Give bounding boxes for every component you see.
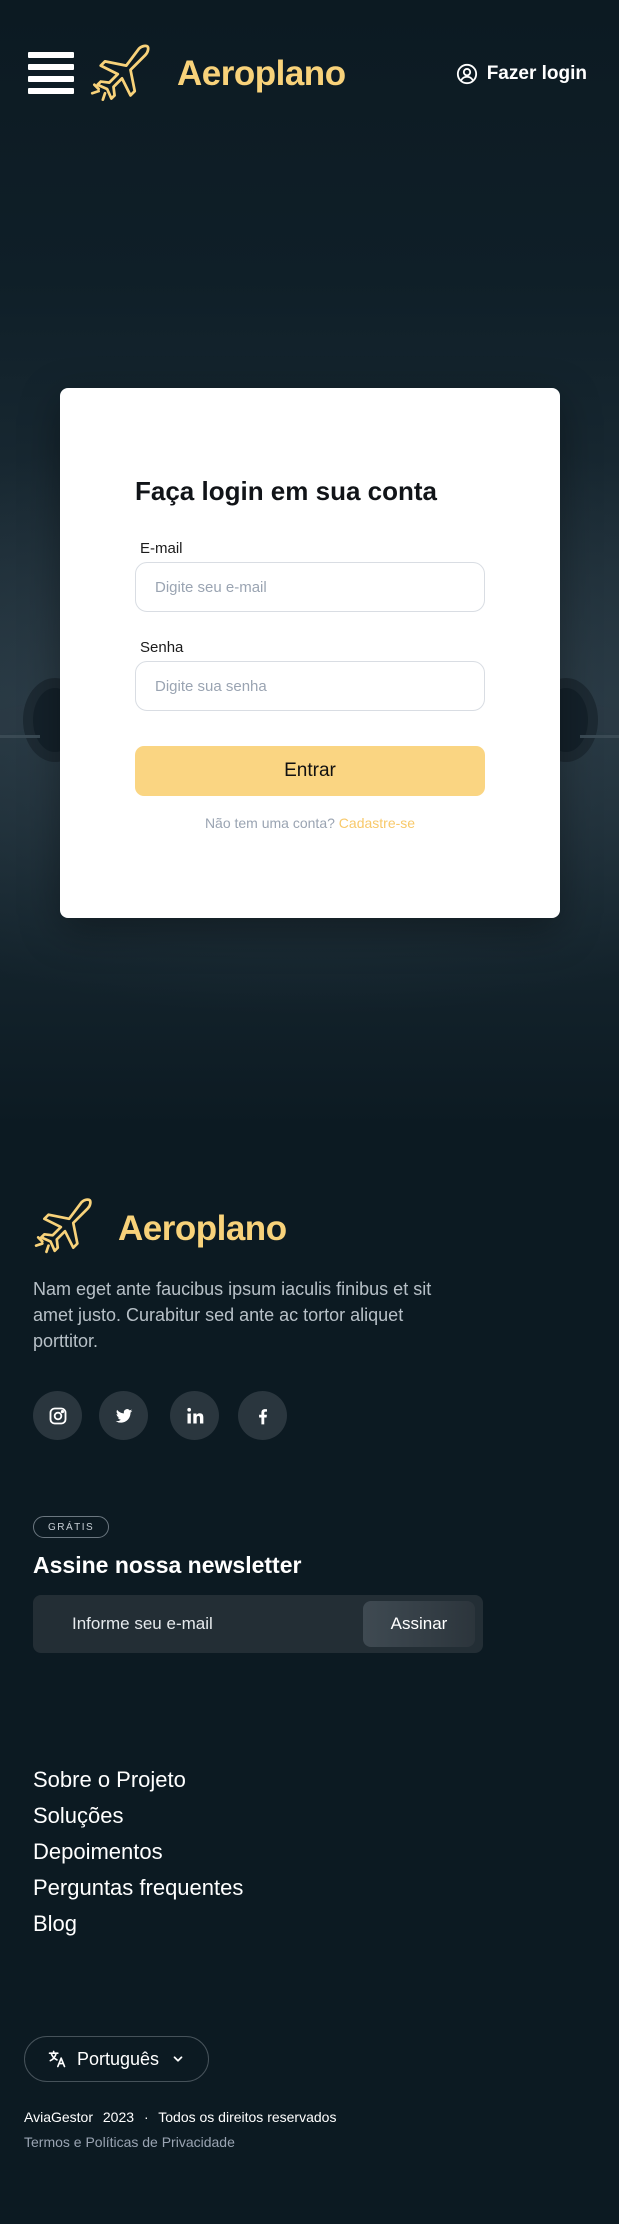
- free-badge: GRÁTIS: [33, 1516, 110, 1538]
- footer-link-solutions[interactable]: Soluções: [33, 1798, 243, 1834]
- signup-prompt-line: Não tem uma conta? Cadastre-se: [60, 815, 560, 831]
- footer-link-testimonials[interactable]: Depoimentos: [33, 1834, 243, 1870]
- submit-login-button[interactable]: Entrar: [135, 746, 485, 796]
- password-field[interactable]: [135, 661, 485, 711]
- brand-name[interactable]: Aeroplano: [177, 54, 346, 94]
- instagram-button[interactable]: [33, 1391, 82, 1440]
- menu-icon[interactable]: [28, 52, 74, 96]
- login-title: Faça login em sua conta: [135, 476, 437, 506]
- hero-section: Aeroplano Fazer login Faça login em sua …: [0, 0, 619, 1130]
- login-label: Fazer login: [486, 63, 587, 84]
- instagram-icon: [49, 1407, 66, 1424]
- footer-link-about[interactable]: Sobre o Projeto: [33, 1762, 243, 1798]
- linkedin-icon: [186, 1407, 203, 1423]
- newsletter-email-input[interactable]: [43, 1601, 383, 1647]
- airplane-logo-icon[interactable]: [88, 38, 156, 106]
- facebook-button[interactable]: [238, 1391, 287, 1440]
- terms-link[interactable]: Termos e Políticas de Privacidade: [24, 2134, 235, 2150]
- airplane-logo-icon[interactable]: [32, 1192, 98, 1258]
- login-card: Faça login em sua conta E-mail Senha Ent…: [60, 388, 560, 918]
- facebook-icon: [258, 1408, 267, 1424]
- footer-link-faq[interactable]: Perguntas frequentes: [33, 1870, 243, 1906]
- language-selector[interactable]: Português: [24, 2036, 209, 2082]
- footer-description: Nam eget ante faucibus ipsum iaculis fin…: [33, 1279, 432, 1351]
- twitter-button[interactable]: [99, 1391, 148, 1440]
- newsletter-form: Assinar: [33, 1595, 483, 1653]
- signup-link[interactable]: Cadastre-se: [339, 815, 415, 831]
- login-link[interactable]: Fazer login: [456, 63, 587, 85]
- signup-prompt: Não tem uma conta?: [204, 815, 335, 831]
- rights-text: Todos os direitos reservados: [158, 2109, 337, 2125]
- copyright-line: AviaGestor 2023 · Todos os direitos rese…: [24, 2109, 342, 2125]
- translate-icon: [48, 2050, 66, 2068]
- email-field[interactable]: [135, 562, 485, 612]
- linkedin-button[interactable]: [170, 1391, 219, 1440]
- user-circle-icon: [456, 63, 477, 85]
- copyright-year: 2023: [102, 2109, 135, 2125]
- subscribe-button[interactable]: Assinar: [363, 1601, 475, 1647]
- company-name: AviaGestor: [24, 2109, 93, 2125]
- chevron-down-icon: [173, 2056, 183, 2062]
- footer-link-blog[interactable]: Blog: [33, 1906, 243, 1942]
- site-header: Aeroplano Fazer login: [0, 0, 619, 150]
- separator-dot: ·: [143, 2109, 149, 2125]
- footer-nav: Sobre o Projeto Soluções Depoimentos Per…: [33, 1762, 243, 1942]
- footer-brand-name[interactable]: Aeroplano: [118, 1209, 287, 1249]
- twitter-icon: [115, 1408, 132, 1423]
- email-label: E-mail: [140, 540, 183, 557]
- password-label: Senha: [140, 639, 184, 656]
- language-label: Português: [77, 2048, 160, 2069]
- social-links: [33, 1391, 287, 1440]
- newsletter-title: Assine nossa newsletter: [33, 1552, 302, 1578]
